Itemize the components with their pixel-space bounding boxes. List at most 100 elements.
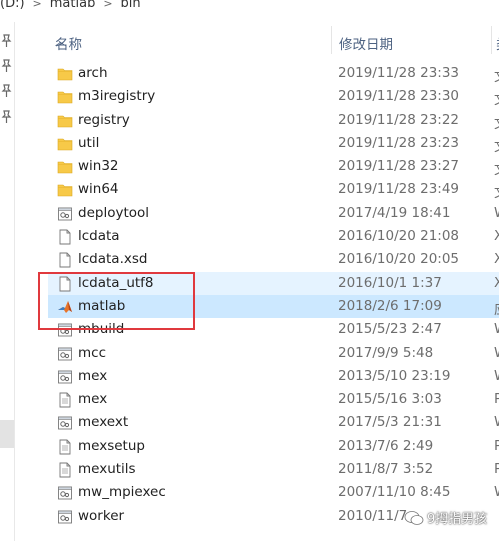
file-modified-date: 2013/7/6 2:49 [338, 437, 434, 454]
pin-icon[interactable] [1, 34, 12, 48]
file-name[interactable]: m3iregistry [78, 88, 155, 104]
file-type: P [494, 461, 499, 478]
file-type: W [494, 321, 499, 337]
file-name[interactable]: mexsetup [78, 438, 145, 454]
file-modified-date: 2010/11/7 [338, 507, 408, 524]
file-name[interactable]: worker [78, 508, 124, 524]
file-type: 文 [494, 181, 499, 201]
column-header-name[interactable]: ︿ 名称 [48, 26, 330, 54]
file-name[interactable]: mw_mpiexec [78, 484, 166, 500]
file-name[interactable]: deploytool [78, 205, 149, 221]
text-file-icon [57, 392, 73, 408]
file-type: P [494, 437, 499, 454]
file-modified-date: 2011/8/7 3:52 [338, 461, 434, 478]
file-row[interactable]: mexsetup 2013/7/6 2:49 P [48, 435, 499, 458]
file-name[interactable]: win32 [78, 158, 119, 174]
wechat-logo-icon [404, 510, 424, 525]
file-name[interactable]: registry [78, 112, 130, 128]
file-modified-date: 2019/11/28 23:33 [338, 65, 460, 81]
file-name[interactable]: mexext [78, 414, 128, 430]
file-type: W [494, 368, 499, 384]
file-row[interactable]: mex 2013/5/10 23:19 W [48, 365, 499, 388]
file-row[interactable]: util 2019/11/28 23:23 文 [48, 132, 499, 155]
file-type: X [494, 274, 499, 291]
breadcrumb: (D:) > matlab > bin [0, 0, 141, 12]
file-modified-date: 2017/4/19 18:41 [338, 204, 451, 221]
file-row[interactable]: mex 2015/5/16 3:03 P [48, 388, 499, 411]
file-modified-date: 2019/11/28 23:49 [338, 181, 460, 198]
file-type: W [494, 205, 499, 221]
file-name[interactable]: mexutils [78, 461, 136, 477]
pin-icon[interactable] [1, 110, 12, 124]
file-modified-date: 2019/11/28 23:27 [338, 158, 460, 175]
breadcrumb-item-matlab[interactable]: matlab [50, 0, 96, 11]
file-name[interactable]: lcdata [78, 228, 120, 244]
file-row[interactable]: mexutils 2011/8/7 3:52 P [48, 458, 499, 481]
batch-file-icon [57, 346, 73, 362]
file-modified-date: 2007/11/10 8:45 [338, 484, 451, 501]
file-row[interactable]: lcdata.xsd 2016/10/20 20:05 X [48, 248, 499, 271]
file-type: 文 [494, 158, 499, 178]
folder-icon [57, 136, 73, 152]
file-modified-date: 2016/10/20 20:05 [338, 251, 460, 268]
file-row[interactable]: registry 2019/11/28 23:22 文 [48, 109, 499, 132]
column-header-type[interactable]: 类 [491, 26, 499, 54]
column-header-date[interactable]: 修改日期 [331, 26, 492, 54]
document-icon [57, 252, 73, 268]
batch-file-icon [57, 369, 73, 385]
file-name[interactable]: mex [78, 391, 107, 407]
breadcrumb-separator-icon[interactable]: > [33, 0, 42, 10]
nav-scrollbar-thumb[interactable] [0, 420, 14, 448]
file-type: X [494, 228, 499, 245]
file-row[interactable]: m3iregistry 2019/11/28 23:30 文 [48, 85, 499, 108]
file-type: X [494, 251, 499, 268]
file-type: 文 [494, 112, 499, 132]
file-modified-date: 2015/5/23 2:47 [338, 321, 442, 338]
batch-file-icon [57, 415, 73, 431]
batch-file-icon [57, 206, 73, 222]
file-type: W [494, 484, 499, 500]
pin-icon[interactable] [1, 59, 12, 73]
column-header-name-label: 名称 [55, 37, 82, 53]
file-row[interactable]: win32 2019/11/28 23:27 文 [48, 155, 499, 178]
column-header-date-label: 修改日期 [339, 37, 393, 53]
file-modified-date: 2019/11/28 23:30 [338, 88, 460, 105]
text-file-icon [57, 462, 73, 478]
file-modified-date: 2013/5/10 23:19 [338, 367, 451, 384]
breadcrumb-drive[interactable]: (D:) [0, 0, 25, 11]
folder-icon [57, 89, 73, 105]
navigation-pane [0, 22, 15, 541]
file-type: P [494, 391, 499, 408]
file-name[interactable]: mex [78, 368, 107, 384]
file-name[interactable]: util [78, 135, 99, 151]
file-type: W [494, 345, 499, 361]
file-row[interactable]: win64 2019/11/28 23:49 文 [48, 178, 499, 201]
file-modified-date: 2019/11/28 23:23 [338, 134, 460, 151]
file-modified-date: 2017/9/9 5:48 [338, 344, 434, 361]
file-type: W [494, 414, 499, 430]
file-row[interactable]: arch 2019/11/28 23:33 文 [48, 62, 499, 85]
file-row[interactable]: mw_mpiexec 2007/11/10 8:45 W [48, 481, 499, 504]
pin-icon[interactable] [1, 84, 12, 98]
file-name[interactable]: mcc [78, 345, 106, 361]
file-name[interactable]: arch [78, 65, 108, 81]
file-name[interactable]: lcdata.xsd [78, 251, 147, 267]
breadcrumb-item-bin[interactable]: bin [121, 0, 141, 11]
watermark-text: 9拇指男孩 [427, 512, 488, 527]
file-type: 应 [494, 298, 499, 318]
file-type: 文 [494, 88, 499, 108]
file-row[interactable]: deploytool 2017/4/19 18:41 W [48, 202, 499, 225]
file-row[interactable]: mcc 2017/9/9 5:48 W [48, 342, 499, 365]
file-name[interactable]: win64 [78, 181, 119, 197]
file-row[interactable]: lcdata 2016/10/20 21:08 X [48, 225, 499, 248]
file-row[interactable]: mexext 2017/5/3 21:31 W [48, 411, 499, 434]
file-modified-date: 2017/5/3 21:31 [338, 414, 442, 431]
column-header-row: ︿ 名称 修改日期 类 [48, 26, 499, 54]
watermark: 9拇指男孩 [404, 508, 487, 527]
document-icon [57, 229, 73, 245]
file-modified-date: 2018/2/6 17:09 [338, 297, 442, 314]
breadcrumb-separator-icon[interactable]: > [103, 0, 112, 10]
batch-file-icon [57, 485, 73, 501]
file-type: 文 [494, 135, 499, 155]
folder-icon [57, 113, 73, 129]
